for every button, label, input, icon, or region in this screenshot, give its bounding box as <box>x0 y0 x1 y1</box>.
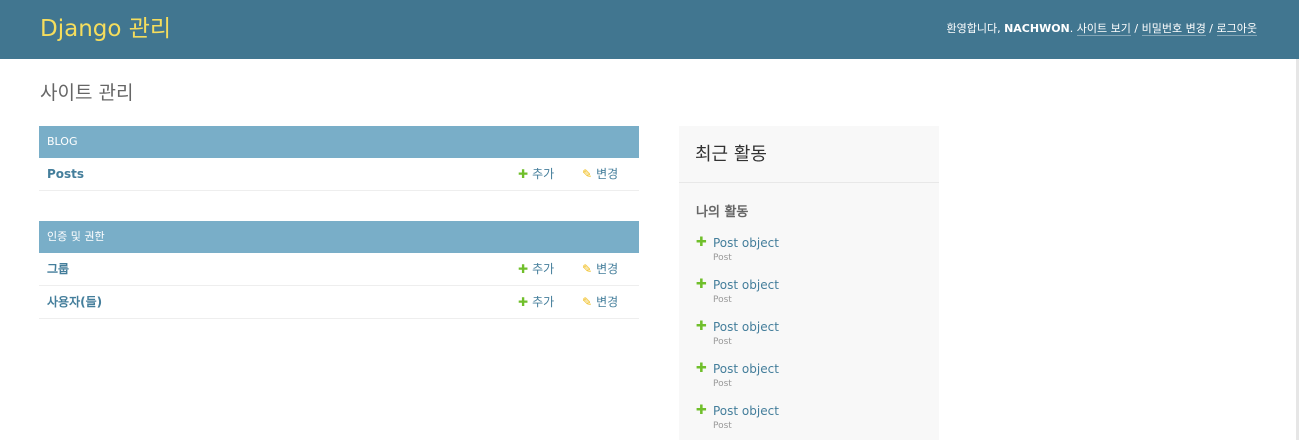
change-link[interactable]: ✎ 변경 <box>582 253 618 285</box>
add-link[interactable]: ✚ 추가 <box>518 253 554 285</box>
plus-icon: ✚ <box>518 262 529 276</box>
site-brand[interactable]: Django 관리 <box>40 14 171 44</box>
plus-icon: ✚ <box>696 235 707 250</box>
change-label: 변경 <box>596 295 619 309</box>
page-title: 사이트 관리 <box>40 82 134 104</box>
plus-icon: ✚ <box>696 319 707 334</box>
username: NACHWON <box>1004 22 1070 35</box>
change-link[interactable]: ✎ 변경 <box>582 158 618 190</box>
recent-action-link[interactable]: Post object <box>713 235 779 251</box>
model-row: 사용자(들) ✚ 추가 ✎ 변경 <box>39 286 639 319</box>
module-caption[interactable]: BLOG <box>39 126 639 158</box>
pencil-icon: ✎ <box>582 262 593 276</box>
add-label: 추가 <box>532 262 555 276</box>
recent-action-link[interactable]: Post object <box>713 403 779 419</box>
plus-icon: ✚ <box>518 295 529 309</box>
recent-action-type: Post <box>713 253 732 263</box>
recent-action-type: Post <box>713 421 732 431</box>
logout-link[interactable]: 로그아웃 <box>1216 22 1257 36</box>
recent-action-link[interactable]: Post object <box>713 277 779 293</box>
plus-icon: ✚ <box>696 403 707 418</box>
app-module-blog: BLOG Posts ✚ 추가 ✎ 변경 <box>39 126 639 191</box>
separator: / <box>1205 22 1217 35</box>
welcome-period: . <box>1069 22 1077 35</box>
change-label: 변경 <box>596 262 619 276</box>
recent-action-type: Post <box>713 337 732 347</box>
plus-icon: ✚ <box>696 277 707 292</box>
add-label: 추가 <box>532 295 555 309</box>
add-label: 추가 <box>532 167 555 181</box>
change-link[interactable]: ✎ 변경 <box>582 286 618 318</box>
recent-action-type: Post <box>713 379 732 389</box>
plus-icon: ✚ <box>518 167 529 181</box>
change-label: 변경 <box>596 167 619 181</box>
model-link-groups[interactable]: 그룹 <box>47 253 69 285</box>
recent-action-link[interactable]: Post object <box>713 319 779 335</box>
pencil-icon: ✎ <box>582 295 593 309</box>
separator: / <box>1130 22 1142 35</box>
change-password-link[interactable]: 비밀번호 변경 <box>1141 22 1206 36</box>
recent-action-type: Post <box>713 295 732 305</box>
header: Django 관리 환영합니다, NACHWON. 사이트 보기 / 비밀번호 … <box>0 0 1299 59</box>
recent-actions-title: 최근 활동 <box>679 126 939 183</box>
recent-actions-panel: 최근 활동 나의 활동 ✚ Post object Post ✚ Post ob… <box>679 126 939 440</box>
model-link-posts[interactable]: Posts <box>47 158 84 190</box>
model-row: 그룹 ✚ 추가 ✎ 변경 <box>39 253 639 286</box>
add-link[interactable]: ✚ 추가 <box>518 158 554 190</box>
app-module-auth: 인증 및 권한 그룹 ✚ 추가 ✎ 변경 사용자(들) ✚ 추가 ✎ 변경 <box>39 221 639 319</box>
plus-icon: ✚ <box>696 361 707 376</box>
model-row: Posts ✚ 추가 ✎ 변경 <box>39 158 639 191</box>
user-tools: 환영합니다, NACHWON. 사이트 보기 / 비밀번호 변경 / 로그아웃 <box>946 21 1257 37</box>
recent-action-link[interactable]: Post object <box>713 361 779 377</box>
view-site-link[interactable]: 사이트 보기 <box>1076 22 1131 36</box>
model-link-users[interactable]: 사용자(들) <box>47 286 102 318</box>
welcome-text: 환영합니다, <box>946 22 1005 35</box>
pencil-icon: ✎ <box>582 167 593 181</box>
my-actions-title: 나의 활동 <box>696 205 749 220</box>
module-caption[interactable]: 인증 및 권한 <box>39 221 639 253</box>
add-link[interactable]: ✚ 추가 <box>518 286 554 318</box>
